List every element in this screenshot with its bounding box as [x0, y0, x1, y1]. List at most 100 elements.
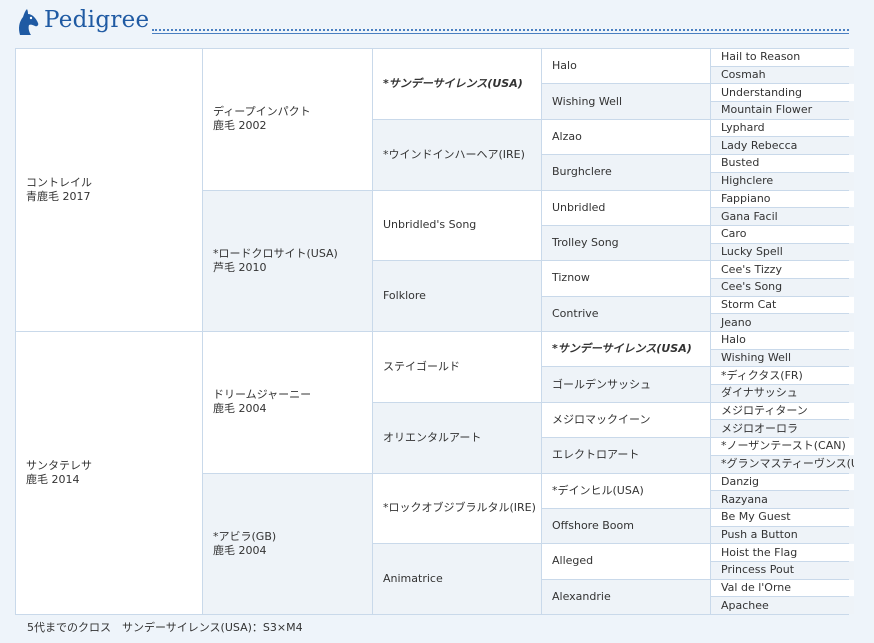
horse-name: Cee's Song — [721, 280, 783, 294]
ancestor-g3: Unbridled's Song — [373, 190, 541, 261]
horse-name: Fappiano — [721, 191, 771, 205]
horse-name: ダイナサッシュ — [721, 386, 798, 400]
ancestor-g4: Burghclere — [542, 155, 710, 190]
ancestor-g5: Danzig — [711, 473, 854, 491]
ancestor-g3: Folklore — [373, 261, 541, 331]
ancestor-g5: Understanding — [711, 84, 854, 102]
horse-color-year: 芦毛 2010 — [213, 260, 267, 274]
ancestor-g4: Unbridled — [542, 190, 710, 225]
ancestor-g5: Hoist the Flag — [711, 544, 854, 561]
ancestor-g5: Gana Facil — [711, 208, 854, 225]
horse-name: *ロードクロサイト(USA) — [213, 246, 338, 260]
ancestor-g4: Halo — [542, 49, 710, 84]
horse-name: Lady Rebecca — [721, 138, 798, 152]
horse-name: Hail to Reason — [721, 50, 801, 64]
page-header: Pedigree — [0, 0, 874, 44]
horse-name: Lyphard — [721, 121, 765, 135]
ancestor-g5: Lyphard — [711, 119, 854, 137]
horse-name: Alzao — [552, 129, 582, 143]
horse-name: Lucky Spell — [721, 244, 783, 258]
horse-name: メジロティターン — [721, 404, 808, 418]
ancestor-g5: Jeano — [711, 314, 854, 331]
ancestor-g5: Be My Guest — [711, 508, 854, 526]
horse-name: Unbridled's Song — [383, 218, 477, 232]
horse-name: *ディクタス(FR) — [721, 368, 803, 382]
horse-name: *ロックオブジブラルタル(IRE) — [383, 501, 536, 515]
ancestor-g5: メジロオーロラ — [711, 420, 854, 438]
ancestor-g3: ステイゴールド — [373, 332, 541, 402]
sire-dam-ancestor-g1: サンタテレサ 鹿毛 2014 — [16, 332, 202, 614]
horse-name: Apachee — [721, 598, 769, 612]
ancestor-g3: *ウインドインハーヘア(IRE) — [373, 119, 541, 190]
title-divider-line — [152, 33, 849, 34]
ancestor-g4: Trolley Song — [542, 225, 710, 261]
horse-name: オリエンタルアート — [383, 430, 482, 444]
horse-name: Be My Guest — [721, 510, 791, 524]
ancestor-g5: Busted — [711, 155, 854, 172]
ancestor-g5: Apachee — [711, 597, 854, 614]
horse-name: Push a Button — [721, 527, 798, 541]
horse-head-icon — [19, 9, 39, 35]
ancestor-g4: *デインヒル(USA) — [542, 473, 710, 508]
ancestor-g5: Lady Rebecca — [711, 137, 854, 155]
ancestor-g4: Wishing Well — [542, 84, 710, 119]
horse-name: Burghclere — [552, 165, 612, 179]
horse-name: Alleged — [552, 554, 594, 568]
ancestor-g5: Fappiano — [711, 190, 854, 208]
horse-name: ステイゴールド — [383, 359, 460, 373]
horse-name: Cee's Tizzy — [721, 262, 782, 276]
ancestor-g5: *ノーザンテースト(CAN) — [711, 438, 854, 455]
horse-name: Gana Facil — [721, 209, 778, 223]
sire-dam-ancestor-g1: コントレイル 青鹿毛 2017 — [16, 49, 202, 331]
horse-name: Danzig — [721, 474, 759, 488]
page-title: Pedigree — [44, 7, 150, 33]
horse-name: *アビラ(GB) — [213, 529, 277, 543]
horse-name: Cosmah — [721, 68, 766, 82]
ancestor-g5: Hail to Reason — [711, 49, 854, 66]
horse-name: エレクトロアート — [552, 448, 640, 462]
ancestor-g5: Razyana — [711, 491, 854, 508]
horse-name: Understanding — [721, 85, 803, 99]
ancestor-g4: メジロマックイーン — [542, 402, 710, 438]
horse-name: Busted — [721, 156, 760, 170]
horse-name: Halo — [721, 333, 746, 347]
horse-name: サンタテレサ — [26, 459, 92, 472]
ancestor-g4: Tiznow — [542, 261, 710, 296]
ancestor-g5: Lucky Spell — [711, 243, 854, 261]
horse-name: *ウインドインハーヘア(IRE) — [383, 147, 525, 161]
ancestor-g5: Wishing Well — [711, 349, 854, 367]
ancestor-g5: Princess Pout — [711, 561, 854, 579]
horse-color-year: 青鹿毛 2017 — [26, 190, 91, 203]
horse-name: Caro — [721, 227, 747, 241]
inbreeding-note: 5代までのクロス サンデーサイレンス(USA)：S3×M4 — [27, 621, 303, 634]
ancestor-g5: Highclere — [711, 172, 854, 190]
ancestor-g4: ゴールデンサッシュ — [542, 367, 710, 402]
ancestor-g5: Caro — [711, 225, 854, 243]
horse-name: コントレイル — [26, 176, 92, 189]
horse-name: Tiznow — [552, 271, 590, 285]
horse-name: Highclere — [721, 174, 774, 188]
horse-name: Mountain Flower — [721, 103, 813, 117]
ancestor-g3: *サンデーサイレンス(USA) — [373, 49, 541, 119]
horse-name: Wishing Well — [552, 94, 623, 108]
ancestor-g4: Offshore Boom — [542, 508, 710, 544]
horse-name: Trolley Song — [552, 236, 619, 250]
horse-name: ゴールデンサッシュ — [552, 377, 651, 391]
ancestor-g4: Alexandrie — [542, 579, 710, 614]
ancestor-g2: *ロードクロサイト(USA) 芦毛 2010 — [203, 190, 372, 331]
ancestor-g4: Alleged — [542, 544, 710, 579]
ancestor-g5: Cosmah — [711, 66, 854, 84]
ancestor-g2: ドリームジャーニー 鹿毛 2004 — [203, 332, 372, 473]
ancestor-g4: Alzao — [542, 119, 710, 155]
ancestor-g5: *グランマスティーヴンス(USA) — [711, 455, 854, 473]
horse-name: Contrive — [552, 306, 599, 320]
horse-name: Storm Cat — [721, 297, 777, 311]
ancestor-g4: Contrive — [542, 296, 710, 331]
horse-name: *デインヒル(USA) — [552, 483, 644, 497]
ancestor-g5: Storm Cat — [711, 296, 854, 314]
ancestor-g2: ディープインパクト 鹿毛 2002 — [203, 49, 372, 190]
ancestor-g4: エレクトロアート — [542, 438, 710, 473]
horse-name: Hoist the Flag — [721, 545, 798, 559]
horse-name: Alexandrie — [552, 589, 611, 603]
ancestor-g4: *サンデーサイレンス(USA) — [542, 332, 710, 367]
